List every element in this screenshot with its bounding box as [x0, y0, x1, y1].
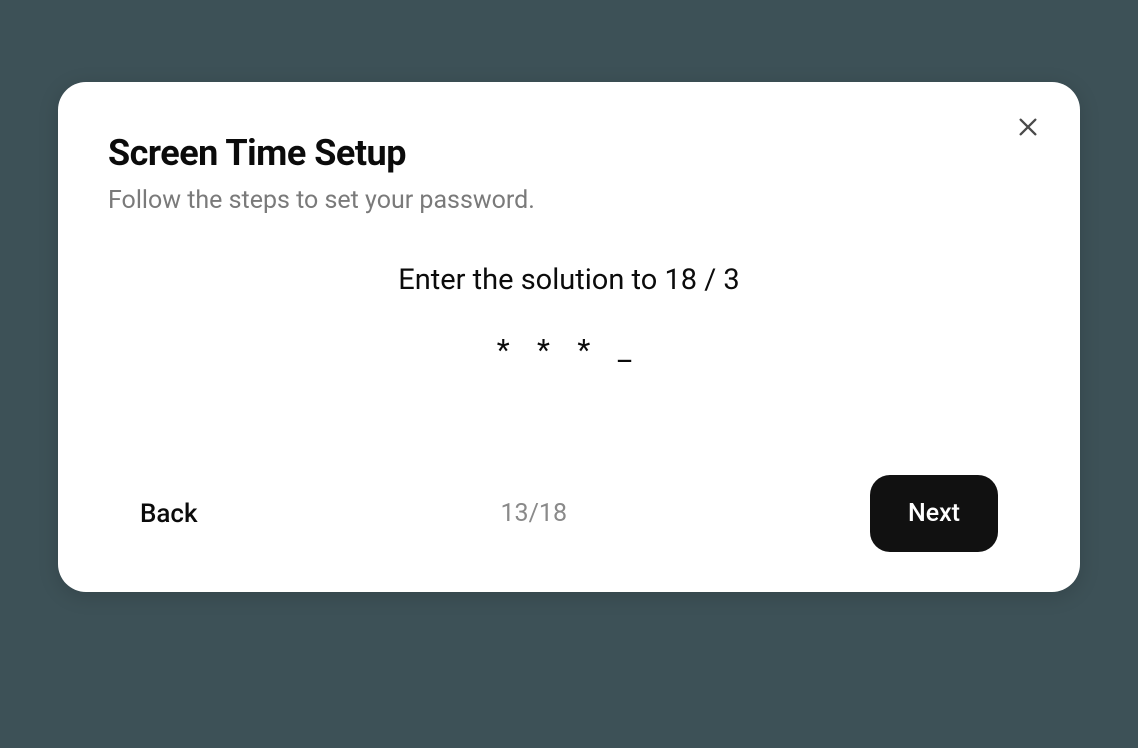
prompt-section: Enter the solution to 18 / 3 * * * _ — [108, 263, 1030, 475]
setup-dialog: Screen Time Setup Follow the steps to se… — [58, 82, 1080, 592]
challenge-prompt: Enter the solution to 18 / 3 — [108, 263, 1030, 297]
back-button[interactable]: Back — [140, 499, 198, 529]
close-button[interactable] — [1012, 112, 1044, 144]
dialog-title: Screen Time Setup — [108, 132, 1030, 174]
dialog-footer: Back 13/18 Next — [108, 475, 1030, 552]
dialog-subtitle: Follow the steps to set your password. — [108, 186, 1030, 215]
step-indicator: 13/18 — [501, 499, 568, 528]
close-icon — [1017, 116, 1039, 141]
password-input-display[interactable]: * * * _ — [108, 333, 1030, 368]
next-button[interactable]: Next — [870, 475, 998, 552]
